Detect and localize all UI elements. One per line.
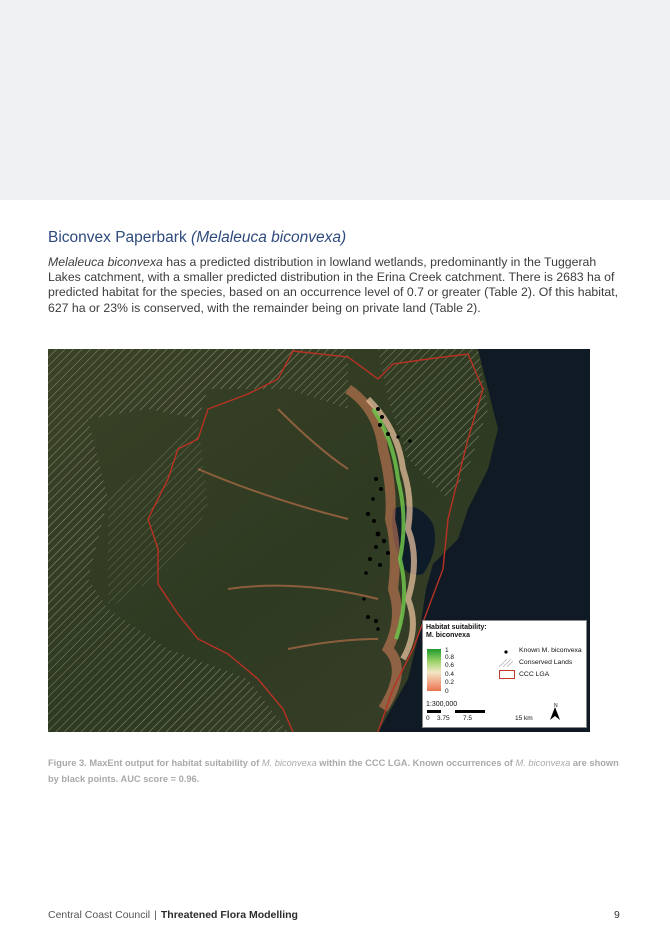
scale-label: 7.5 [463, 715, 473, 722]
species-name: Melaleuca biconvexa [48, 255, 163, 269]
gradient-label: 0.2 [445, 679, 455, 686]
scale-label: 0 [426, 715, 430, 722]
north-arrow-icon [550, 707, 560, 720]
scale-bar [427, 710, 543, 713]
figure-caption: Figure 3. MaxEnt output for habitat suit… [48, 758, 619, 784]
page-footer: Central Coast Council | Threatened Flora M… [48, 909, 298, 921]
legend-title: Habitat suitability: M. biconvexa [426, 624, 487, 639]
footer-report-title: Threatened Flora Modelling [160, 909, 298, 921]
page-number: 9 [614, 909, 620, 921]
map-legend: Habitat suitability: M. biconvexa 1 0.8 … [422, 620, 587, 728]
habitat-map: Habitat suitability: M. biconvexa 1 0.8 … [48, 349, 590, 732]
header-band [0, 0, 670, 200]
lga-box-icon [499, 670, 515, 679]
gradient-label: 0.6 [445, 662, 455, 669]
hatch-box-icon [499, 659, 513, 667]
legend-item-occurrence: Known M. biconvexa [519, 647, 582, 654]
gradient-label: 0.8 [445, 654, 455, 661]
heading-scientific-name: (Melaleuca biconvexa) [191, 229, 347, 246]
scale-ratio: 1:300,000 [426, 701, 458, 708]
heading-common-name: Biconvex Paperbark [48, 229, 187, 246]
section-heading: Biconvex Paperbark (Melaleuca biconvexa) [48, 229, 346, 247]
scale-label: 3.75 [437, 715, 450, 722]
gradient-label: 1 [445, 647, 449, 654]
gradient-label: 0.4 [445, 671, 455, 678]
gradient-label: 0 [445, 688, 449, 695]
legend-item-lga: CCC LGA [519, 671, 550, 678]
footer-org: Central Coast Council [48, 909, 151, 921]
body-paragraph: Melaleuca biconvexa has a predicted dist… [48, 255, 628, 316]
scale-label: 15 km [515, 715, 533, 722]
suitability-gradient [427, 649, 441, 691]
occurrence-dot-icon [504, 650, 508, 654]
footer-separator: | [154, 909, 157, 921]
legend-item-conserved: Conserved Lands [519, 659, 573, 666]
